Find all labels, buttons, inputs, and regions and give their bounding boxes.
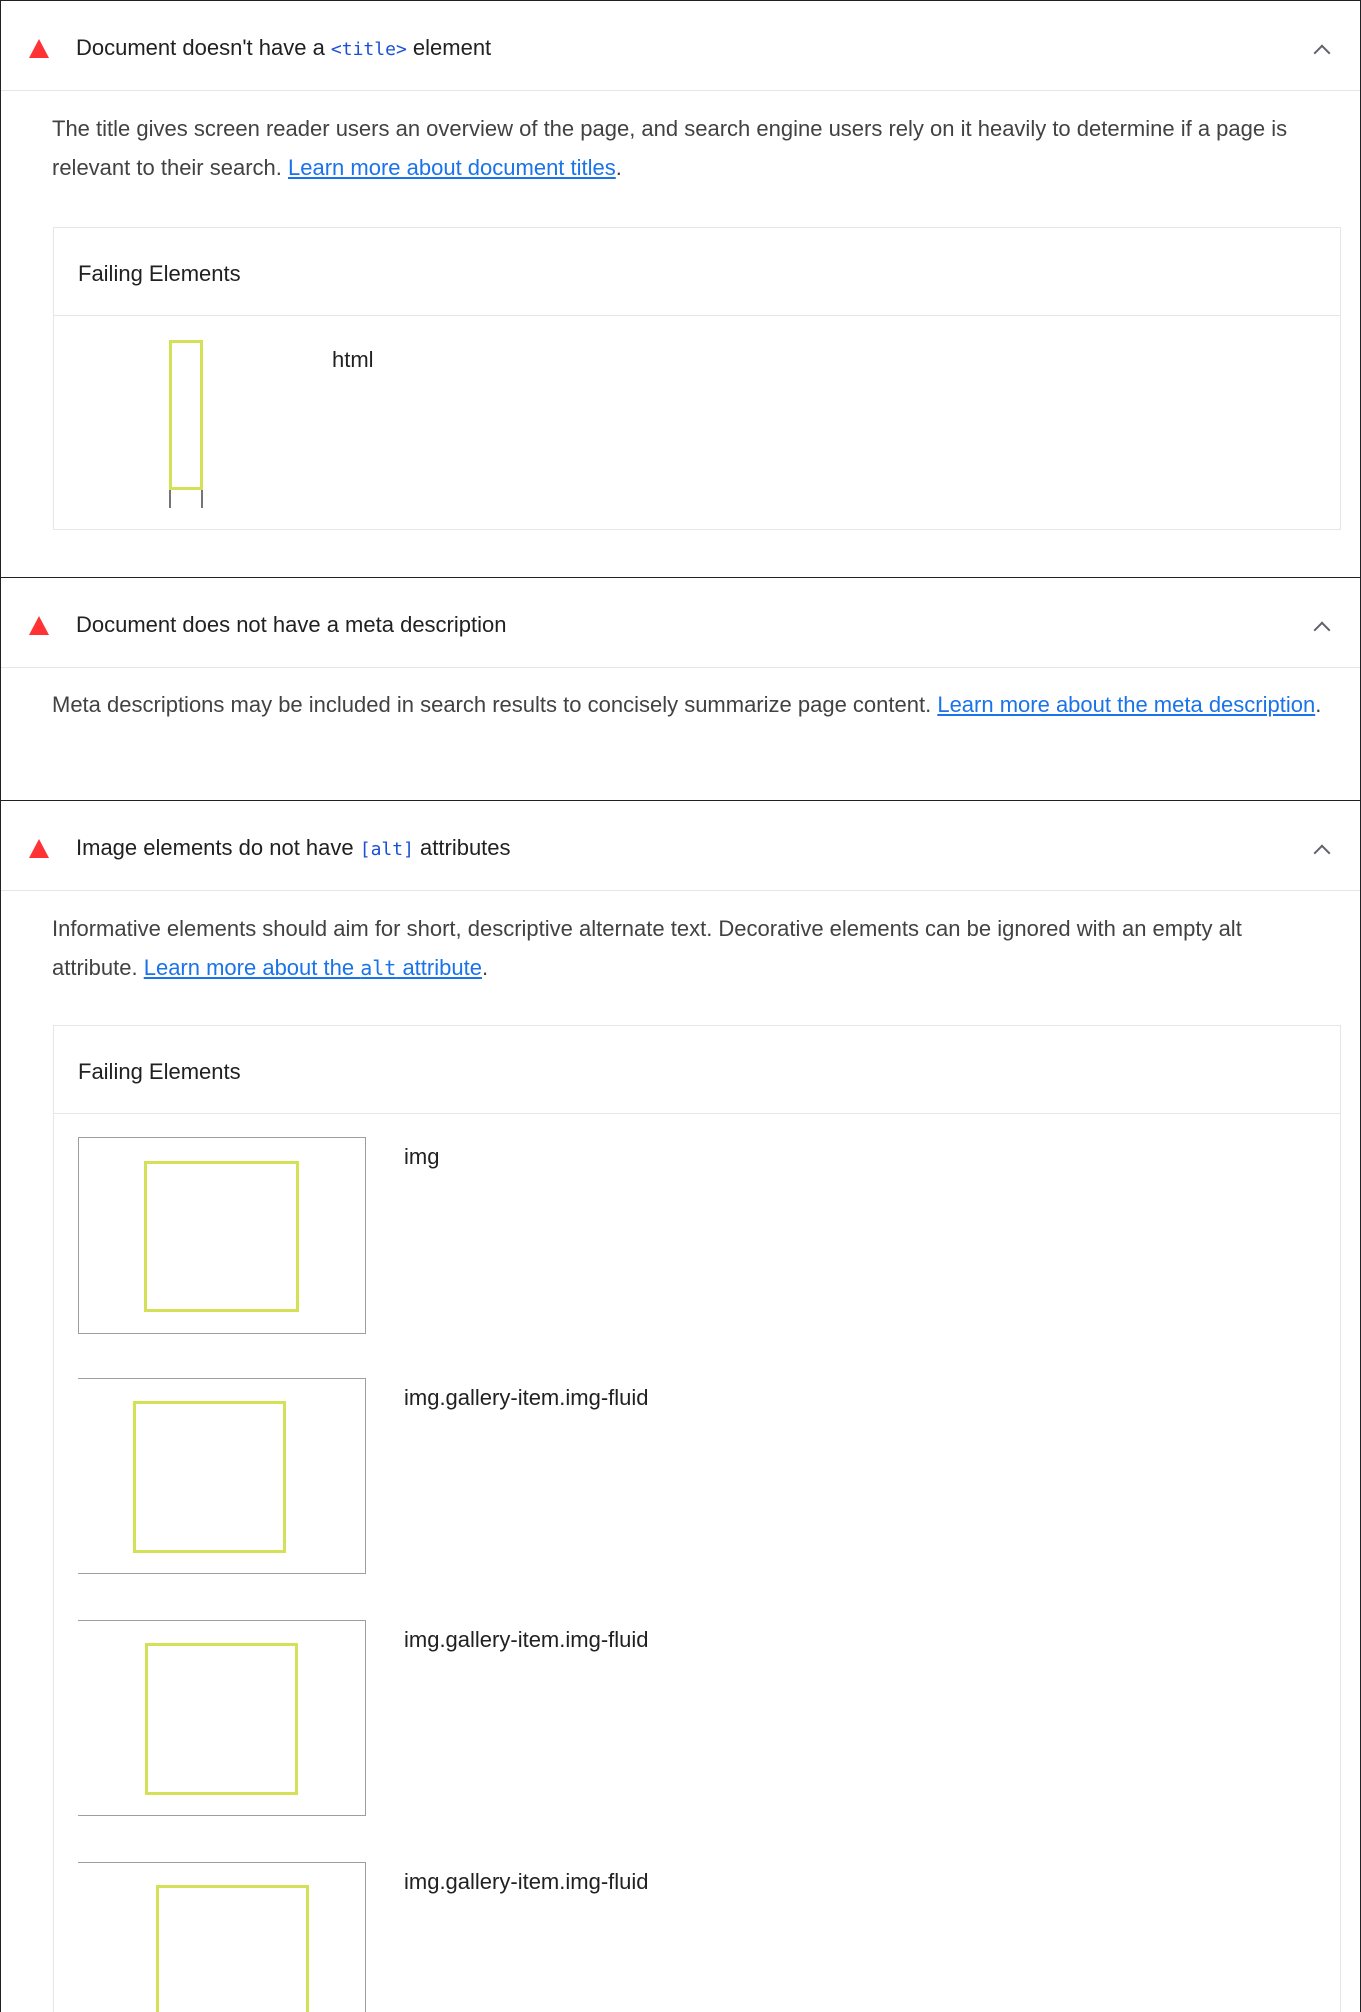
audit-description: The title gives screen reader users an o… xyxy=(52,116,1288,180)
audit-image-alt: Image elements do not have [alt] attribu… xyxy=(0,800,1361,2012)
element-highlight xyxy=(144,1161,299,1312)
title-code: [alt] xyxy=(359,839,414,860)
failing-elements-table: Failing Elements img img.gallery-item.im… xyxy=(53,1025,1341,2012)
element-screenshot-thumbnail xyxy=(78,1862,366,2012)
element-selector: img.gallery-item.img-fluid xyxy=(404,1869,649,1894)
audit-description: Meta descriptions may be included in sea… xyxy=(52,692,1322,717)
learn-more-link[interactable]: Learn more about the alt attribute xyxy=(144,955,482,980)
table-row[interactable]: img.gallery-item.img-fluid xyxy=(54,1356,1340,1596)
audit-meta-description: Document does not have a meta descriptio… xyxy=(0,577,1361,802)
table-row[interactable]: html xyxy=(54,316,1340,530)
audit-header-image-alt[interactable]: Image elements do not have [alt] attribu… xyxy=(1,801,1360,891)
element-screenshot-thumbnail xyxy=(78,1620,366,1816)
thumbnail-edge xyxy=(169,490,171,508)
element-selector: img xyxy=(404,1144,440,1169)
audit-title: Image elements do not have [alt] attribu… xyxy=(76,835,511,860)
element-selector: html xyxy=(332,347,374,372)
chevron-up-icon[interactable] xyxy=(1313,621,1331,639)
audit-title: Document does not have a meta descriptio… xyxy=(76,612,507,637)
failing-elements-table: Failing Elements html xyxy=(53,227,1341,530)
fail-triangle-icon xyxy=(29,616,49,635)
element-screenshot-thumbnail xyxy=(78,1137,366,1334)
element-screenshot-thumbnail xyxy=(78,1378,366,1574)
table-row[interactable]: img xyxy=(54,1114,1340,1354)
element-screenshot-thumbnail xyxy=(169,340,203,508)
audit-description: Informative elements should aim for shor… xyxy=(52,916,1242,980)
table-header: Failing Elements xyxy=(54,1026,1340,1114)
audit-title: Document doesn't have a <title> element xyxy=(76,35,492,60)
audit-document-title: Document doesn't have a <title> element … xyxy=(0,0,1361,579)
chevron-up-icon[interactable] xyxy=(1313,844,1331,862)
audit-header-meta-description[interactable]: Document does not have a meta descriptio… xyxy=(1,578,1360,668)
element-highlight xyxy=(145,1643,298,1795)
fail-triangle-icon xyxy=(29,839,49,858)
table-header-label: Failing Elements xyxy=(78,1059,241,1084)
thumbnail-edge xyxy=(201,490,203,508)
learn-more-link[interactable]: Learn more about document titles xyxy=(288,155,616,180)
chevron-up-icon[interactable] xyxy=(1313,44,1331,62)
element-highlight xyxy=(156,1885,309,2012)
table-row[interactable]: img.gallery-item.img-fluid xyxy=(54,1598,1340,1838)
audit-header-document-title[interactable]: Document doesn't have a <title> element xyxy=(1,1,1360,91)
link-code: alt xyxy=(360,956,397,980)
learn-more-link[interactable]: Learn more about the meta description xyxy=(937,692,1315,717)
fail-triangle-icon xyxy=(29,39,49,58)
table-header-label: Failing Elements xyxy=(78,261,241,286)
element-selector: img.gallery-item.img-fluid xyxy=(404,1627,649,1652)
element-selector: img.gallery-item.img-fluid xyxy=(404,1385,649,1410)
table-row[interactable]: img.gallery-item.img-fluid xyxy=(54,1840,1340,2012)
element-highlight xyxy=(133,1401,286,1553)
table-header: Failing Elements xyxy=(54,228,1340,316)
element-highlight xyxy=(169,340,203,490)
title-code: <title> xyxy=(330,39,407,60)
